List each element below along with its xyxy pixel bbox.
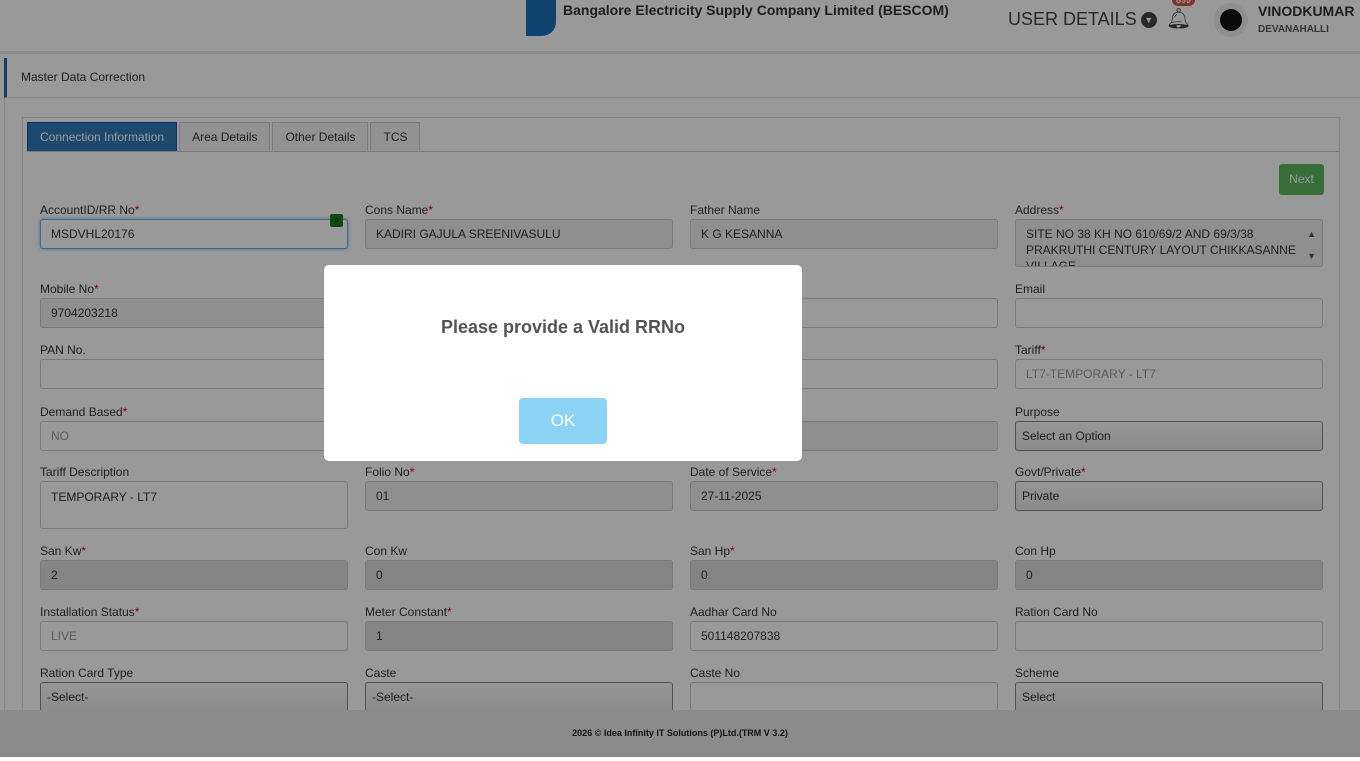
ok-button[interactable]: OK bbox=[519, 398, 607, 444]
alert-modal: Please provide a Valid RRNo OK bbox=[324, 265, 802, 461]
alert-message: Please provide a Valid RRNo bbox=[440, 317, 686, 337]
